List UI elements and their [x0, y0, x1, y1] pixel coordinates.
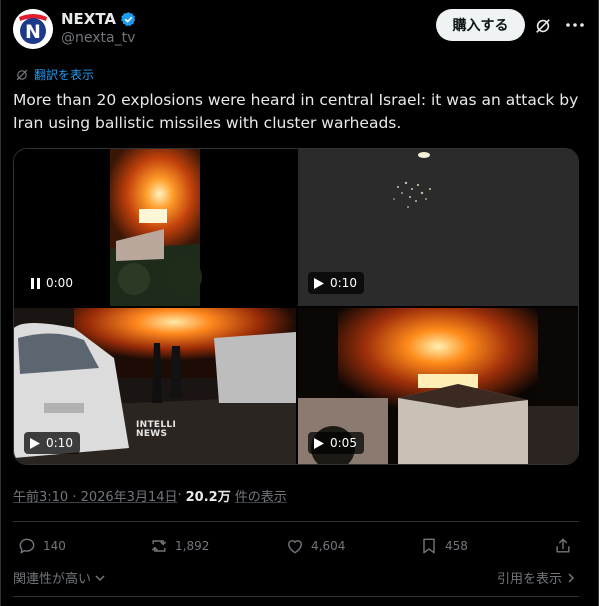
divider — [13, 596, 579, 597]
video-duration-badge: 0:05 — [308, 432, 364, 454]
verified-badge-icon — [121, 11, 136, 26]
reply-button[interactable]: 140 — [17, 534, 66, 558]
video-duration-badge: 0:10 — [24, 432, 80, 454]
video-duration-badge: 0:00 — [24, 272, 80, 294]
like-button[interactable]: 4,604 — [285, 534, 345, 558]
video-1[interactable]: 0:00 — [14, 149, 296, 306]
reply-count: 140 — [43, 539, 66, 553]
video-duration: 0:10 — [46, 436, 73, 450]
divider — [13, 521, 579, 522]
repost-count: 1,892 — [175, 539, 210, 553]
repost-icon — [152, 540, 166, 552]
tweet-detail: N NEXTA @nexta_tv 購入する 翻訳を表示 More than 2… — [0, 0, 599, 606]
share-icon — [556, 538, 570, 553]
video-duration: 0:10 — [330, 276, 357, 290]
action-bar: 140 1,892 4,604 458 — [15, 534, 581, 558]
svg-text:N: N — [25, 21, 41, 43]
heart-icon — [288, 540, 302, 554]
sort-label: 関連性が高い — [13, 572, 92, 587]
watermark-logo: INTELLI NEWS — [136, 420, 177, 439]
view-quotes-link[interactable]: 引用を表示 — [497, 568, 576, 587]
translate-icon — [16, 69, 28, 80]
views-count: 20.2万 — [185, 490, 231, 505]
share-button[interactable] — [553, 534, 573, 558]
video-3[interactable]: INTELLI NEWS 0:10 — [14, 308, 296, 464]
nexta-logo-icon: N — [13, 9, 53, 49]
meta-separator: · — [177, 488, 182, 503]
video-duration-badge: 0:10 — [308, 272, 364, 294]
views-label[interactable]: 件の表示 — [235, 486, 287, 505]
quotes-label: 引用を表示 — [496, 572, 562, 587]
more-options-icon[interactable] — [563, 13, 587, 37]
like-count: 4,604 — [311, 539, 346, 553]
avatar[interactable]: N — [13, 9, 53, 49]
repost-button[interactable]: 1,892 — [149, 534, 209, 558]
bookmark-button[interactable]: 458 — [419, 534, 468, 558]
tweet-text: More than 20 explosions were heard in ce… — [13, 91, 579, 132]
chevron-right-icon — [568, 572, 575, 583]
pause-icon[interactable] — [30, 277, 40, 289]
video-duration: 0:00 — [46, 276, 73, 290]
bookmark-icon — [423, 538, 435, 554]
video-2[interactable]: 0:10 — [298, 149, 578, 306]
video-duration: 0:05 — [330, 436, 357, 450]
play-icon[interactable] — [314, 437, 324, 449]
media-grid: 0:00 0:10 INTELLI NEWS 0:10 0:05 — [13, 148, 579, 465]
play-icon[interactable] — [30, 437, 40, 449]
video-4[interactable]: 0:05 — [298, 308, 578, 464]
bookmark-count: 458 — [445, 539, 468, 553]
chevron-down-icon — [95, 574, 105, 581]
grok-icon[interactable] — [531, 14, 555, 38]
author-display-name[interactable]: NEXTA — [61, 10, 116, 28]
reply-icon — [19, 538, 35, 554]
author-handle[interactable]: @nexta_tv — [61, 30, 135, 46]
tweet-meta: 午前3:10 · 2026年3月14日 · 20.2万 件の表示 — [13, 486, 287, 505]
sort-replies-dropdown[interactable]: 関連性が高い — [13, 568, 106, 587]
translate-link[interactable]: 翻訳を表示 — [15, 66, 94, 83]
tweet-timestamp[interactable]: 午前3:10 · 2026年3月14日 — [13, 486, 178, 505]
buy-button[interactable]: 購入する — [436, 9, 525, 41]
play-icon[interactable] — [314, 277, 324, 289]
translate-label: 翻訳を表示 — [34, 68, 95, 82]
